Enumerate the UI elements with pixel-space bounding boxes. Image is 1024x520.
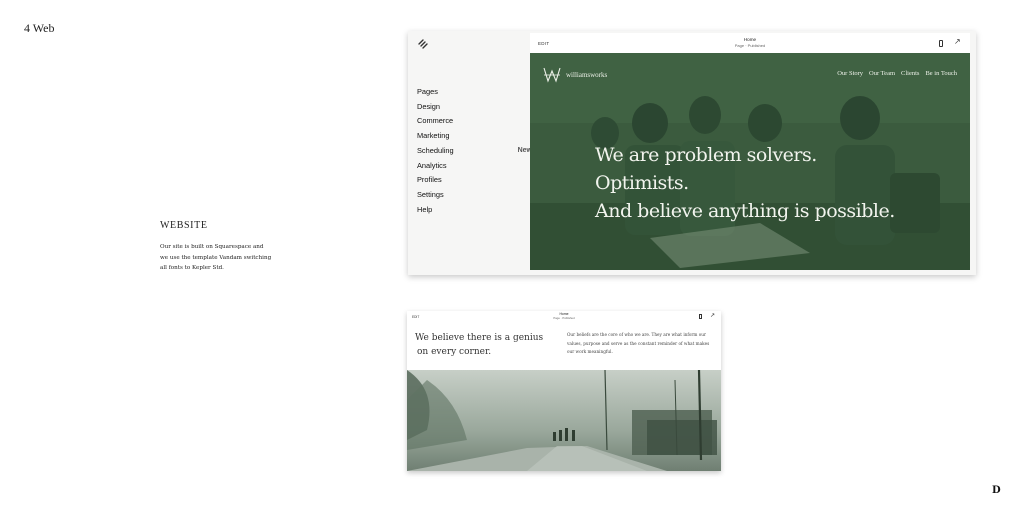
nav-item-label: Analytics [417, 160, 447, 170]
site-nav: Our Story Our Team Clients Be in Touch [837, 70, 957, 77]
page-label: 4 Web [24, 21, 55, 35]
headline-line: And believe anything is possible. [595, 200, 895, 222]
preview-toolbar: EDIT Home Page · Published ↗ [530, 33, 970, 53]
page-status: Page · Published [553, 316, 575, 320]
nav-item-label: Scheduling [417, 145, 454, 155]
page-status: Page · Published [734, 43, 766, 48]
nav-item-label: Design [417, 101, 441, 111]
beliefs-line: values, purpose and serve as the constan… [567, 340, 710, 346]
headline-line: Optimists. [595, 172, 689, 194]
mobile-preview-icon[interactable] [939, 40, 943, 47]
edit-button[interactable]: EDIT [538, 41, 549, 46]
nav-item-pages[interactable]: Pages [417, 85, 532, 100]
section-description: Our site is built on Squarespace and we … [160, 244, 272, 271]
site-nav-our-team[interactable]: Our Team [869, 70, 895, 77]
mobile-preview-icon[interactable] [699, 314, 702, 319]
squarespace-logo-icon[interactable] [417, 38, 429, 50]
beliefs-line: our work meaningful. [567, 349, 613, 354]
open-external-icon[interactable]: ↗ [710, 312, 715, 320]
site-preview: EDIT Home Page · Published ↗ williamswor… [530, 33, 970, 270]
site-nav-be-in-touch[interactable]: Be in Touch [925, 70, 957, 77]
nav-item-label: Help [417, 204, 433, 214]
nav-item-scheduling[interactable]: Scheduling New [417, 144, 532, 159]
headline-line: We are problem solvers. [595, 144, 817, 166]
road-photo [407, 370, 721, 471]
page-indicator: Home Page · Published [730, 37, 770, 48]
nav-item-label: Settings [417, 189, 444, 199]
section-heading: WEBSITE [160, 220, 208, 231]
genius-line: on every corner. [417, 347, 492, 357]
page-indicator: Home Page · Published [553, 312, 575, 320]
nav-item-label: Profiles [417, 175, 442, 185]
nav-item-settings[interactable]: Settings [417, 188, 532, 203]
beliefs-line: Our beliefs are the core of who we are. … [567, 332, 706, 337]
nav-item-profiles[interactable]: Profiles [417, 173, 532, 188]
brand-mark: D [992, 485, 1001, 496]
nav-item-label: Commerce [417, 116, 454, 126]
site-nav-our-story[interactable]: Our Story [837, 70, 863, 77]
brand-name: williamsworks [566, 71, 608, 79]
nav-item-help[interactable]: Help [417, 203, 532, 218]
hero-headline: We are problem solvers. Optimists. And b… [595, 141, 895, 225]
edit-button[interactable]: EDIT [412, 315, 419, 319]
open-external-icon[interactable]: ↗ [954, 37, 961, 47]
hero-section: williamsworks Our Story Our Team Clients… [530, 53, 970, 270]
nav-item-label: Marketing [417, 131, 450, 141]
nav-item-design[interactable]: Design [417, 100, 532, 115]
genius-statement: We believe there is a genius on every co… [415, 331, 555, 359]
williamsworks-logo-icon [543, 67, 561, 83]
genius-line: We believe there is a genius [415, 333, 544, 343]
nav-item-analytics[interactable]: Analytics [417, 159, 532, 174]
editor-mockup: Pages Design Commerce Marketing Scheduli… [408, 31, 976, 275]
second-page-mockup: EDIT Home Page · Published ↗ We believe … [407, 311, 721, 471]
editor-side-nav: Pages Design Commerce Marketing Scheduli… [417, 85, 532, 217]
site-brand[interactable]: williamsworks [542, 65, 607, 85]
nav-item-marketing[interactable]: Marketing [417, 129, 532, 144]
nav-item-label: Pages [417, 87, 438, 96]
page-title: Home [743, 37, 757, 42]
site-nav-clients[interactable]: Clients [901, 70, 919, 77]
beliefs-paragraph: Our beliefs are the core of who we are. … [567, 331, 715, 357]
nav-item-commerce[interactable]: Commerce [417, 114, 532, 129]
